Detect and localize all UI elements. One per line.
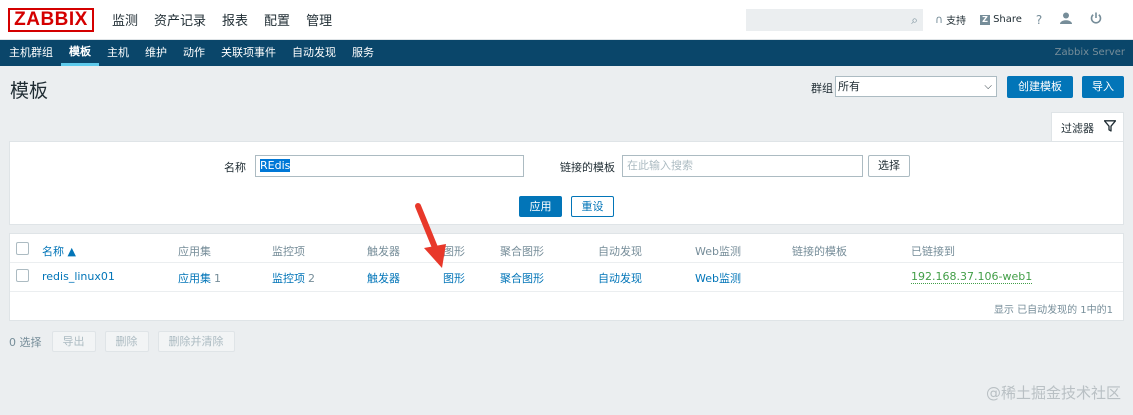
row-checkbox[interactable] <box>16 269 29 282</box>
column-header-name[interactable]: 名称 ▲ <box>42 243 76 259</box>
menu-inventory[interactable]: 资产记录 <box>146 10 214 29</box>
select-all-checkbox[interactable] <box>16 242 29 255</box>
top-right-tools: ∩ 支持 Z Share ? <box>935 12 1120 27</box>
filter-panel: 名称 REdis 链接的模板 在此输入搜索 选择 应用 重设 <box>9 141 1124 225</box>
search-icon[interactable]: ⌕ <box>911 13 918 28</box>
headset-icon: ∩ <box>935 13 944 26</box>
chevron-down-icon: ⌵ <box>984 81 992 92</box>
menu-reports[interactable]: 报表 <box>214 10 256 29</box>
filter-linked-templates-input[interactable]: 在此输入搜索 <box>622 155 863 177</box>
server-name: Zabbix Server <box>1054 47 1125 58</box>
share-label: Share <box>993 14 1022 25</box>
table-footer-count: 显示 已自动发现的 1中的1 <box>993 305 1113 316</box>
filter-name-input[interactable]: REdis <box>255 155 524 177</box>
submenu-hosts[interactable]: 主机 <box>99 40 137 66</box>
submenu-services[interactable]: 服务 <box>344 40 382 66</box>
templates-table: 名称 ▲ 应用集 监控项 触发器 图形 聚合图形 自动发现 Web监测 链接的模… <box>9 233 1124 321</box>
menu-administration[interactable]: 管理 <box>298 10 340 29</box>
items-count: 2 <box>308 272 315 285</box>
global-search-input[interactable]: ⌕ <box>746 9 923 31</box>
watermark: @稀土掘金技术社区 <box>985 384 1121 402</box>
column-header-triggers: 触发器 <box>367 245 400 258</box>
zabbix-logo[interactable]: ZABBIX <box>8 7 94 32</box>
share-link[interactable]: Z Share <box>980 14 1022 25</box>
filter-linked-templates-label: 链接的模板 <box>560 161 615 174</box>
template-name-link[interactable]: redis_linux01 <box>42 270 115 283</box>
user-icon[interactable] <box>1060 12 1073 27</box>
group-select[interactable]: 所有 ⌵ <box>835 76 997 97</box>
share-icon: Z <box>980 14 991 25</box>
submenu-discovery[interactable]: 自动发现 <box>284 40 344 66</box>
column-header-linked-templates: 链接的模板 <box>792 245 847 258</box>
apply-button[interactable]: 应用 <box>519 196 562 217</box>
menu-monitoring[interactable]: 监测 <box>104 10 146 29</box>
graphs-link[interactable]: 图形 <box>443 270 465 286</box>
page-title: 模板 <box>10 80 49 102</box>
selected-count: 0 选择 <box>9 335 42 349</box>
filter-name-value: REdis <box>260 159 291 172</box>
submenu-host-groups[interactable]: 主机群组 <box>0 40 61 66</box>
filter-name-label: 名称 <box>224 161 246 174</box>
menu-configuration[interactable]: 配置 <box>256 10 298 29</box>
submenu-maintenance[interactable]: 维护 <box>137 40 175 66</box>
top-navigation-bar: ZABBIX 监测 资产记录 报表 配置 管理 ⌕ ∩ 支持 Z Share ? <box>0 0 1133 40</box>
funnel-icon <box>1103 119 1117 136</box>
triggers-link[interactable]: 触发器 <box>367 270 400 286</box>
applications-link[interactable]: 应用集 <box>178 272 211 285</box>
submenu-templates[interactable]: 模板 <box>61 40 99 66</box>
help-icon[interactable]: ? <box>1036 13 1042 27</box>
import-button[interactable]: 导入 <box>1082 76 1124 98</box>
column-header-screens: 聚合图形 <box>500 245 544 258</box>
column-header-items: 监控项 <box>272 245 305 258</box>
items-link[interactable]: 监控项 <box>272 272 305 285</box>
annotation-arrow-icon <box>415 203 446 268</box>
screens-link[interactable]: 聚合图形 <box>500 270 544 286</box>
create-template-button[interactable]: 创建模板 <box>1007 76 1073 98</box>
web-link[interactable]: Web监测 <box>695 270 741 286</box>
support-label: 支持 <box>946 16 967 27</box>
power-icon[interactable] <box>1090 12 1102 27</box>
linked-host-link[interactable]: 192.168.37.106-web1 <box>911 270 1033 284</box>
row-divider <box>10 291 1123 292</box>
column-header-web: Web监测 <box>695 245 741 258</box>
page-header: 模板 群组 所有 ⌵ 创建模板 导入 <box>0 66 1133 110</box>
group-select-value: 所有 <box>838 80 860 93</box>
reset-button[interactable]: 重设 <box>571 196 614 217</box>
column-header-discovery: 自动发现 <box>598 245 642 258</box>
delete-button[interactable]: 删除 <box>104 331 149 352</box>
group-label: 群组 <box>811 82 833 95</box>
filter-tab-label: 过滤器 <box>1061 121 1094 135</box>
select-button[interactable]: 选择 <box>868 155 910 177</box>
delete-and-clear-button[interactable]: 删除并清除 <box>157 331 235 352</box>
column-header-linked-to: 已链接到 <box>911 245 955 258</box>
discovery-link[interactable]: 自动发现 <box>598 270 642 286</box>
filter-tab[interactable]: 过滤器 <box>1051 112 1124 142</box>
submenu-event-correlation[interactable]: 关联项事件 <box>213 40 284 66</box>
submenu-actions[interactable]: 动作 <box>175 40 213 66</box>
support-link[interactable]: ∩ 支持 <box>935 12 966 27</box>
mass-action-bar: 0 选择 导出 删除 删除并清除 <box>9 331 244 352</box>
applications-count: 1 <box>214 272 221 285</box>
applications-cell: 应用集 1 <box>178 270 221 286</box>
configuration-submenu: 主机群组 模板 主机 维护 动作 关联项事件 自动发现 服务 Zabbix Se… <box>0 40 1133 66</box>
export-button[interactable]: 导出 <box>51 331 96 352</box>
items-cell: 监控项 2 <box>272 270 315 286</box>
column-header-applications: 应用集 <box>178 245 211 258</box>
header-divider <box>10 262 1123 263</box>
main-menu: 监测 资产记录 报表 配置 管理 <box>104 10 340 29</box>
